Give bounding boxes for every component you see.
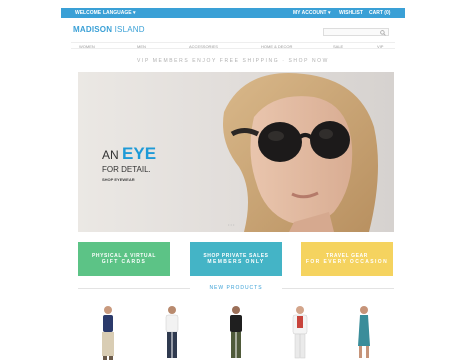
product-thumbnail[interactable] (349, 304, 379, 362)
hero-line2: FOR DETAIL. (102, 165, 151, 174)
hero-cta-link[interactable]: SHOP EYEWEAR (102, 177, 156, 182)
store-logo[interactable]: MADISON ISLAND (73, 25, 145, 34)
gift-cards-tile[interactable]: PHYSICAL & VIRTUAL GIFT CARDS (78, 242, 170, 276)
nav-item-vip[interactable]: VIP (377, 44, 383, 49)
nav-item-accessories[interactable]: ACCESSORIES (189, 44, 218, 49)
logo-text-light: ISLAND (112, 25, 145, 34)
wishlist-link[interactable]: WISHLIST (339, 10, 363, 16)
tile-line2: MEMBERS ONLY (207, 259, 265, 265)
hero-line1-highlight: EYE (122, 144, 157, 163)
hero-line1-prefix: AN (102, 148, 123, 162)
product-thumbnail[interactable] (285, 304, 315, 362)
nav-item-men[interactable]: MEN (137, 44, 146, 49)
top-bar: WELCOME LANGUAGE ▾ MY ACCOUNT ▾ WISHLIST… (61, 8, 405, 18)
hero-banner[interactable]: AN EYE FOR DETAIL. SHOP EYEWEAR • • • (78, 72, 394, 232)
cart-link[interactable]: CART (0) (369, 10, 390, 16)
tile-line2: FOR EVERY OCCASION (305, 259, 389, 265)
product-thumbnail[interactable] (93, 304, 123, 362)
nav-item-sale[interactable]: SALE (333, 44, 343, 49)
nav-item-women[interactable]: WOMEN (79, 44, 95, 49)
hero-headline: AN EYE FOR DETAIL. SHOP EYEWEAR (102, 144, 156, 182)
logo-text-bold: MADISON (73, 25, 113, 34)
carousel-dots[interactable]: • • • (228, 222, 234, 227)
hero-model-image (223, 73, 378, 232)
product-thumbnail[interactable] (157, 304, 187, 362)
new-products-heading: NEW PRODUCTS (209, 285, 263, 291)
private-sales-tile[interactable]: SHOP PRIVATE SALES MEMBERS ONLY (190, 242, 282, 276)
search-input[interactable] (323, 28, 389, 36)
travel-gear-tile[interactable]: TRAVEL GEAR FOR EVERY OCCASION (301, 242, 393, 276)
nav-item-home-decor[interactable]: HOME & DECOR (261, 44, 292, 49)
welcome-text: WELCOME (75, 10, 102, 16)
store-homepage: WELCOME LANGUAGE ▾ MY ACCOUNT ▾ WISHLIST… (61, 8, 405, 362)
main-nav: WOMEN MEN ACCESSORIES HOME & DECOR SALE … (71, 42, 395, 49)
account-link[interactable]: MY ACCOUNT ▾ (293, 10, 331, 16)
tile-line2: GIFT CARDS (101, 259, 147, 265)
language-switcher[interactable]: LANGUAGE ▾ (103, 10, 136, 16)
promo-banner-text[interactable]: VIP MEMBERS ENJOY FREE SHIPPING · SHOP N… (71, 58, 395, 64)
product-thumbnail[interactable] (221, 304, 251, 362)
search-icon[interactable] (380, 30, 386, 36)
